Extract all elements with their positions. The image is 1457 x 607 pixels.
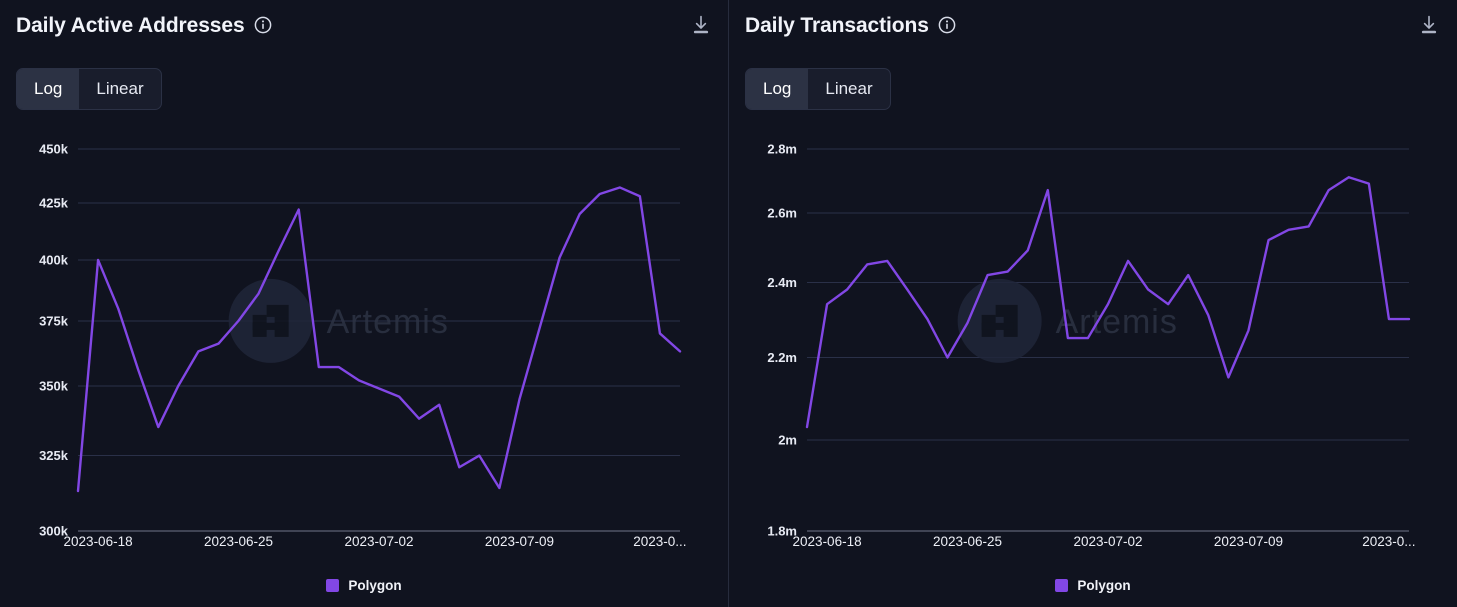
scale-toggle-log[interactable]: Log <box>746 69 809 109</box>
download-icon[interactable] <box>690 13 712 37</box>
page-title: Daily Active Addresses <box>16 13 245 37</box>
y-axis-tick-label: 350k <box>39 378 69 393</box>
page-title: Daily Transactions <box>745 13 929 37</box>
y-axis-tick-label: 2.8m <box>767 142 797 157</box>
download-icon[interactable] <box>1418 13 1440 37</box>
info-icon[interactable] <box>938 16 956 34</box>
y-axis-tick-label: 325k <box>39 448 69 463</box>
y-axis-tick-label: 425k <box>39 195 69 210</box>
line-chart-svg: 1.8m2m2.2m2.4m2.6m2.8mArtemis <box>767 142 1411 539</box>
y-axis-tick-label: 2.4m <box>767 275 797 290</box>
panel-daily-active-addresses: Daily Active Addresses Log Linear 300k 3… <box>0 0 728 607</box>
scale-toggle[interactable]: Log Linear <box>745 68 891 110</box>
chart-plot-area: 300k 325k 350k 375k 400k 425k 450k Artemis <box>0 128 728 540</box>
info-icon[interactable] <box>254 16 272 34</box>
legend-label: Polygon <box>348 578 402 593</box>
y-axis-tick-label: 2m <box>778 432 797 447</box>
chart-plot-area: 1.8m 2m 2.2m 2.4m 2.6m 2.8m Artemis <box>729 128 1457 540</box>
x-axis-labels: 2023-06-18 2023-06-25 2023-07-02 2023-07-09… <box>0 534 728 558</box>
panel-daily-transactions: Daily Transactions Log Linear 1.8m 2m 2.… <box>728 0 1456 607</box>
legend-swatch <box>326 579 340 592</box>
x-axis-tick-label: 2023-07-02 <box>1073 534 1143 549</box>
x-axis-tick-label: 2023-06-25 <box>204 534 274 549</box>
y-axis-tick-label: 450k <box>39 142 69 157</box>
y-axis-tick-label: 2.6m <box>767 206 797 221</box>
panel-header: Daily Transactions <box>745 8 1440 42</box>
y-axis-tick-label: 2.2m <box>767 350 797 365</box>
x-axis-tick-label: 2023-0... <box>1362 534 1416 549</box>
line-chart-svg: 300k325k350k375k400k425k450kArtemis <box>39 142 682 539</box>
x-axis-tick-label: 2023-07-02 <box>344 534 414 549</box>
x-axis-labels: 2023-06-18 2023-06-25 2023-07-02 2023-07-09… <box>729 534 1457 558</box>
scale-toggle[interactable]: Log Linear <box>16 68 162 110</box>
svg-text:Artemis: Artemis <box>1056 303 1178 341</box>
scale-toggle-log[interactable]: Log <box>17 69 80 109</box>
artemis-watermark: Artemis <box>228 278 449 363</box>
y-axis-tick-label: 400k <box>39 252 69 267</box>
y-axis-tick-label: 375k <box>39 313 69 328</box>
svg-text:Artemis: Artemis <box>327 303 449 341</box>
series-line-polygon <box>805 176 1411 429</box>
x-axis-tick-label: 2023-07-09 <box>1213 534 1283 549</box>
chart-legend: Polygon <box>0 578 728 593</box>
scale-toggle-linear[interactable]: Linear <box>79 69 160 109</box>
panel-header: Daily Active Addresses <box>16 8 712 42</box>
x-axis-tick-label: 2023-07-09 <box>484 534 554 549</box>
legend-swatch <box>1055 579 1069 592</box>
charts-board: Daily Active Addresses Log Linear 300k 3… <box>0 0 1457 607</box>
x-axis-tick-label: 2023-0... <box>633 534 687 549</box>
x-axis-tick-label: 2023-06-18 <box>63 534 133 549</box>
x-axis-tick-label: 2023-06-18 <box>792 534 862 549</box>
legend-label: Polygon <box>1077 578 1131 593</box>
scale-toggle-linear[interactable]: Linear <box>808 69 889 109</box>
x-axis-tick-label: 2023-06-25 <box>933 534 1003 549</box>
chart-legend: Polygon <box>729 578 1457 593</box>
artemis-watermark: Artemis <box>957 278 1178 363</box>
